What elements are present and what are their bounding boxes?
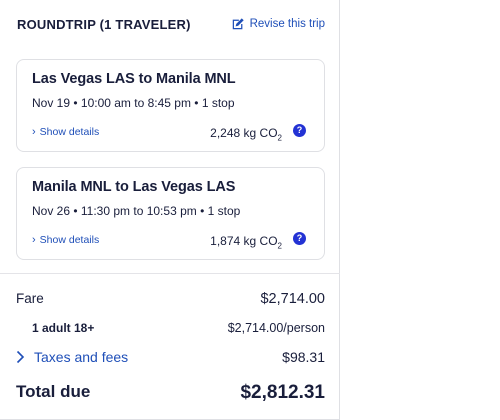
fare-value: $2,714.00	[260, 291, 325, 307]
total-value: $2,812.31	[240, 382, 325, 403]
adult-label: 1 adult 18+	[32, 321, 95, 335]
co2-emissions: 1,874 kg CO2	[210, 234, 282, 251]
trip-summary-panel: ROUNDTRIP (1 TRAVELER) Revise this trip …	[0, 0, 340, 420]
fare-label: Fare	[16, 291, 44, 306]
edit-icon	[232, 18, 244, 30]
show-details-link[interactable]: › Show details	[32, 126, 99, 138]
flight-card-outbound: Las Vegas LAS to Manila MNL Nov 19 • 10:…	[16, 59, 325, 152]
show-details-link[interactable]: › Show details	[32, 234, 99, 246]
flight-times: Nov 26 • 11:30 pm to 10:53 pm • 1 stop	[32, 204, 241, 218]
flight-route: Manila MNL to Las Vegas LAS	[32, 179, 236, 195]
trip-header: ROUNDTRIP (1 TRAVELER) Revise this trip	[17, 16, 325, 36]
adult-value: $2,714.00/person	[227, 321, 325, 335]
help-icon[interactable]: ?	[293, 124, 306, 137]
revise-trip-label: Revise this trip	[249, 18, 325, 30]
trip-title: ROUNDTRIP (1 TRAVELER)	[17, 17, 191, 32]
chevron-right-icon	[16, 350, 25, 364]
total-label: Total due	[16, 382, 91, 401]
co2-emissions: 2,248 kg CO2	[210, 126, 282, 143]
chevron-right-icon: ›	[32, 233, 36, 246]
chevron-right-icon: ›	[32, 125, 36, 138]
revise-trip-link[interactable]: Revise this trip	[231, 17, 325, 31]
price-divider	[0, 273, 340, 274]
show-details-label: Show details	[39, 126, 100, 138]
flight-card-return: Manila MNL to Las Vegas LAS Nov 26 • 11:…	[16, 167, 325, 260]
taxes-toggle[interactable]: Taxes and fees	[16, 349, 128, 365]
show-details-label: Show details	[39, 234, 100, 246]
taxes-value: $98.31	[282, 349, 325, 365]
flight-route: Las Vegas LAS to Manila MNL	[32, 71, 236, 87]
taxes-label: Taxes and fees	[34, 349, 129, 365]
help-icon[interactable]: ?	[293, 232, 306, 245]
flight-times: Nov 19 • 10:00 am to 8:45 pm • 1 stop	[32, 96, 235, 110]
